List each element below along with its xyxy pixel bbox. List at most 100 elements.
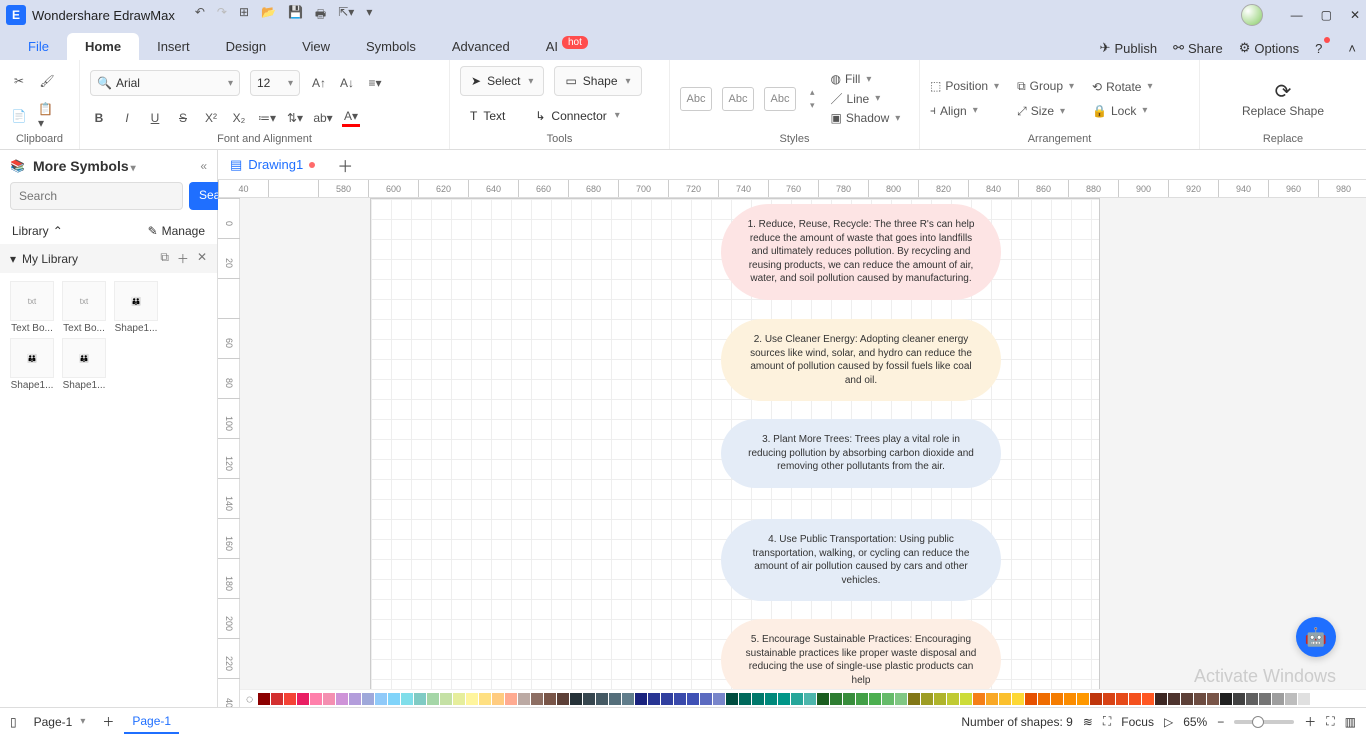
focus-label[interactable]: Focus <box>1121 715 1154 729</box>
color-swatch[interactable] <box>1272 693 1284 705</box>
style-swatch-3[interactable]: Abc <box>764 87 796 111</box>
color-swatch[interactable] <box>817 693 829 705</box>
color-swatch[interactable] <box>648 693 660 705</box>
color-swatch[interactable] <box>1077 693 1089 705</box>
publish-button[interactable]: ✈Publish <box>1100 40 1158 56</box>
shape-bubble-2[interactable]: 2. Use Cleaner Energy: Adopting cleaner … <box>721 319 1001 401</box>
document-tab[interactable]: ▤ Drawing1 <box>218 153 327 177</box>
no-fill-icon[interactable]: ◌ <box>246 692 253 706</box>
style-down-icon[interactable]: ▾ <box>810 100 815 111</box>
color-swatch[interactable] <box>1194 693 1206 705</box>
color-swatch[interactable] <box>921 693 933 705</box>
font-color-icon[interactable]: A▾ <box>342 109 360 127</box>
qat-more-icon[interactable]: ▾ <box>366 5 372 26</box>
presentation-icon[interactable]: ▷ <box>1164 715 1173 729</box>
shape-bubble-3[interactable]: 3. Plant More Trees: Trees play a vital … <box>721 419 1001 488</box>
shape-item[interactable]: 👪Shape1... <box>112 281 160 334</box>
ai-assistant-fab[interactable]: 🤖 <box>1296 617 1336 657</box>
color-swatch[interactable] <box>609 693 621 705</box>
close-icon[interactable]: ✕ <box>1350 8 1360 22</box>
zoom-slider[interactable] <box>1234 720 1294 724</box>
layers-icon[interactable]: ≋ <box>1083 715 1093 729</box>
tab-ai[interactable]: AIhot <box>528 33 606 60</box>
italic-icon[interactable]: I <box>118 109 136 127</box>
color-swatch[interactable] <box>453 693 465 705</box>
color-swatch[interactable] <box>427 693 439 705</box>
format-painter-icon[interactable]: 🖌 <box>38 72 56 90</box>
fill-button[interactable]: ◍Fill▾ <box>831 72 901 86</box>
tab-home[interactable]: Home <box>67 33 139 60</box>
color-swatch[interactable] <box>1233 693 1245 705</box>
color-swatch[interactable] <box>895 693 907 705</box>
library-link[interactable]: Library ⌃ <box>12 224 63 238</box>
color-swatch[interactable] <box>973 693 985 705</box>
color-swatch[interactable] <box>349 693 361 705</box>
color-swatch[interactable] <box>401 693 413 705</box>
canvas[interactable]: 1. Reduce, Reuse, Recycle: The three R's… <box>240 198 1366 707</box>
color-swatch[interactable] <box>1207 693 1219 705</box>
page-selector[interactable]: Page-1▾ <box>27 712 93 732</box>
undo-icon[interactable]: ↶ <box>195 5 205 26</box>
color-swatch[interactable] <box>1298 693 1310 705</box>
lib-add-icon[interactable]: ＋ <box>177 250 189 267</box>
user-avatar-icon[interactable] <box>1241 4 1263 26</box>
shape-bubble-4[interactable]: 4. Use Public Transportation: Using publ… <box>721 519 1001 601</box>
color-swatch[interactable] <box>843 693 855 705</box>
page-layout-icon[interactable]: ▯ <box>10 715 17 729</box>
color-swatch[interactable] <box>908 693 920 705</box>
color-swatch[interactable] <box>1051 693 1063 705</box>
paste-icon[interactable]: 📋▾ <box>38 107 56 125</box>
color-swatch[interactable] <box>557 693 569 705</box>
symbol-search-input[interactable] <box>10 182 183 210</box>
collapse-ribbon-icon[interactable]: ˄ <box>1348 41 1356 56</box>
copy-icon[interactable]: 📄 <box>10 107 28 125</box>
style-swatch-1[interactable]: Abc <box>680 87 712 111</box>
rotate-button[interactable]: ⟲Rotate▾ <box>1092 80 1152 94</box>
color-swatch[interactable] <box>1285 693 1297 705</box>
color-swatch[interactable] <box>297 693 309 705</box>
color-swatch[interactable] <box>713 693 725 705</box>
size-button[interactable]: ⤢Size▾ <box>1017 104 1074 119</box>
color-swatch[interactable] <box>778 693 790 705</box>
style-up-icon[interactable]: ▴ <box>810 87 815 98</box>
color-swatch[interactable] <box>856 693 868 705</box>
shape-item[interactable]: 👪Shape1... <box>60 338 108 391</box>
my-library-header[interactable]: ▾ My Library ⧉ ＋ ✕ <box>0 244 217 273</box>
color-swatch[interactable] <box>1155 693 1167 705</box>
color-swatch[interactable] <box>960 693 972 705</box>
manage-link[interactable]: ✎ Manage <box>148 224 205 238</box>
color-swatch[interactable] <box>791 693 803 705</box>
replace-shape-button[interactable]: Replace Shape <box>1242 104 1324 118</box>
shadow-button[interactable]: ▣Shadow▾ <box>831 111 901 125</box>
align-menu-icon[interactable]: ≡▾ <box>366 74 384 92</box>
highlight-icon[interactable]: ab▾ <box>314 109 332 127</box>
color-swatch[interactable] <box>739 693 751 705</box>
tab-insert[interactable]: Insert <box>139 33 208 60</box>
color-swatch[interactable] <box>1025 693 1037 705</box>
color-swatch[interactable] <box>674 693 686 705</box>
zoom-level[interactable]: 65% <box>1183 715 1207 729</box>
color-swatch[interactable] <box>1142 693 1154 705</box>
color-swatch[interactable] <box>1181 693 1193 705</box>
color-swatch[interactable] <box>700 693 712 705</box>
color-swatch[interactable] <box>375 693 387 705</box>
shape-item[interactable]: txtText Bo... <box>60 281 108 334</box>
minimize-icon[interactable]: ― <box>1291 8 1303 22</box>
add-page-button[interactable]: ＋ <box>102 713 114 730</box>
print-icon[interactable]: 🖶 <box>315 5 326 26</box>
color-swatch[interactable] <box>986 693 998 705</box>
color-swatch[interactable] <box>1220 693 1232 705</box>
color-swatch[interactable] <box>479 693 491 705</box>
bullet-list-icon[interactable]: ≔▾ <box>258 109 276 127</box>
zoom-out-button[interactable]: − <box>1217 715 1224 729</box>
shape-tool-button[interactable]: ▭Shape▾ <box>554 66 641 96</box>
color-swatch[interactable] <box>830 693 842 705</box>
tab-symbols[interactable]: Symbols <box>348 33 434 60</box>
color-swatch[interactable] <box>752 693 764 705</box>
increase-font-icon[interactable]: A↑ <box>310 74 328 92</box>
lock-button[interactable]: 🔒Lock▾ <box>1092 104 1152 118</box>
fit-page-icon[interactable]: ⛶ <box>1326 714 1334 729</box>
more-symbols-title[interactable]: More Symbols▾ <box>33 158 136 174</box>
color-swatch[interactable] <box>492 693 504 705</box>
superscript-icon[interactable]: X² <box>202 109 220 127</box>
